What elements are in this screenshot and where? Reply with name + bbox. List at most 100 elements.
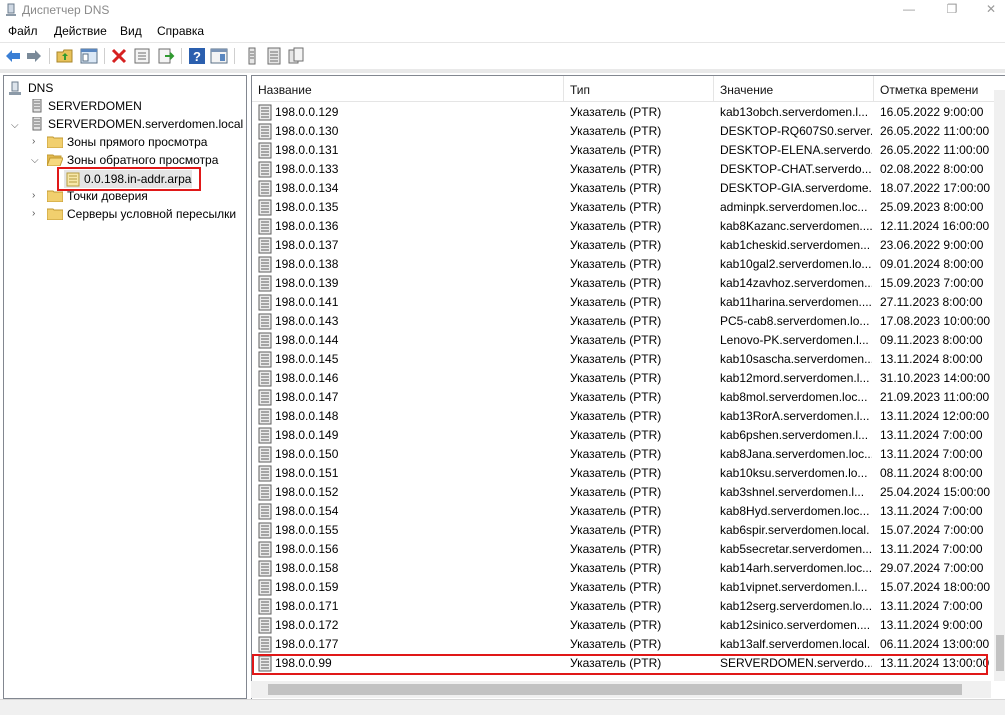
table-row[interactable]: 198.0.0.151 Указатель (PTR) kab10ksu.serve… xyxy=(252,464,990,483)
table-row[interactable]: 198.0.0.130 Указатель (PTR) DESKTOP-RQ607S… xyxy=(252,122,990,141)
scroll-thumb[interactable] xyxy=(268,684,962,695)
chevron-down-icon[interactable]: ⌵ xyxy=(11,121,21,131)
record-name: 198.0.0.159 xyxy=(275,580,339,594)
menu-action[interactable]: Действие xyxy=(54,24,107,38)
delete-icon[interactable] xyxy=(110,47,128,65)
chevron-right-icon[interactable]: › xyxy=(32,209,42,219)
table-row[interactable]: 198.0.0.150 Указатель (PTR) kab8Jana.serve… xyxy=(252,445,990,464)
list-header: Название Тип Значение Отметка времени xyxy=(252,76,1005,102)
menu-bar: Файл Действие Вид Справка xyxy=(0,21,1005,42)
table-row[interactable]: 198.0.0.148 Указатель (PTR) kab13RorA.serv… xyxy=(252,407,990,426)
menu-help[interactable]: Справка xyxy=(157,24,204,38)
record-value: kab11harina.serverdomen.... xyxy=(720,295,872,309)
back-icon[interactable] xyxy=(4,47,22,65)
dns-app-icon xyxy=(6,3,16,16)
help-icon[interactable]: ? xyxy=(188,47,206,65)
record-name: 198.0.0.136 xyxy=(275,219,339,233)
table-row[interactable]: 198.0.0.135 Указатель (PTR) adminpk.server… xyxy=(252,198,990,217)
record-list-icon[interactable] xyxy=(265,47,283,65)
table-row[interactable]: 198.0.0.137 Указатель (PTR) kab1cheskid.se… xyxy=(252,236,990,255)
table-row[interactable]: 198.0.0.152 Указатель (PTR) kab3shnel.serv… xyxy=(252,483,990,502)
table-row[interactable]: 198.0.0.146 Указатель (PTR) kab12mord.serv… xyxy=(252,369,990,388)
table-row[interactable]: 198.0.0.156 Указатель (PTR) kab5secretar.s… xyxy=(252,540,990,559)
record-name: 198.0.0.143 xyxy=(275,314,339,328)
column-header-name[interactable]: Название xyxy=(252,76,564,102)
record-icon[interactable] xyxy=(243,47,261,65)
table-row[interactable]: 198.0.0.133 Указатель (PTR) DESKTOP-CHAT.s… xyxy=(252,160,990,179)
table-row[interactable]: 198.0.0.147 Указатель (PTR) kab8mol.server… xyxy=(252,388,990,407)
table-row[interactable]: 198.0.0.172 Указатель (PTR) kab12sinico.se… xyxy=(252,616,990,635)
menu-view[interactable]: Вид xyxy=(120,24,142,38)
horizontal-scrollbar[interactable] xyxy=(251,681,991,698)
column-header-type[interactable]: Тип xyxy=(564,76,714,102)
svg-text:?: ? xyxy=(193,49,201,64)
close-button[interactable]: ✕ xyxy=(977,2,1005,18)
table-row[interactable]: 198.0.0.158 Указатель (PTR) kab14arh.serve… xyxy=(252,559,990,578)
ptr-record-icon xyxy=(258,294,272,311)
ptr-record-icon xyxy=(258,275,272,292)
table-row[interactable]: 198.0.0.129 Указатель (PTR) kab13obch.serv… xyxy=(252,103,990,122)
restore-button[interactable]: ❐ xyxy=(938,2,966,18)
table-row[interactable]: 198.0.0.159 Указатель (PTR) kab1vipnet.ser… xyxy=(252,578,990,597)
ptr-record-icon xyxy=(258,256,272,273)
ptr-record-icon xyxy=(258,598,272,615)
record-copy-icon[interactable] xyxy=(287,47,305,65)
export-icon[interactable] xyxy=(157,47,175,65)
chevron-right-icon[interactable]: › xyxy=(32,137,42,147)
table-row[interactable]: 198.0.0.131 Указатель (PTR) DESKTOP-ELENA.… xyxy=(252,141,990,160)
record-value: kab13obch.serverdomen.l... xyxy=(720,105,869,119)
record-value: PC5-cab8.serverdomen.lo... xyxy=(720,314,870,328)
table-row[interactable]: 198.0.0.171 Указатель (PTR) kab12serg.serv… xyxy=(252,597,990,616)
chevron-down-icon[interactable]: ⌵ xyxy=(31,156,41,166)
vertical-scrollbar[interactable] xyxy=(994,90,1005,681)
show-hide-tree-icon[interactable] xyxy=(80,47,98,65)
forward-icon[interactable] xyxy=(25,47,43,65)
record-timestamp: 26.05.2022 11:00:00 xyxy=(880,124,990,138)
record-value: kab10gal2.serverdomen.lo... xyxy=(720,257,872,271)
table-row[interactable]: 198.0.0.154 Указатель (PTR) kab8Hyd.server… xyxy=(252,502,990,521)
table-row[interactable]: 198.0.0.141 Указатель (PTR) kab11harina.se… xyxy=(252,293,990,312)
table-row[interactable]: 198.0.0.143 Указатель (PTR) PC5-cab8.serve… xyxy=(252,312,990,331)
record-name: 198.0.0.147 xyxy=(275,390,339,404)
ptr-record-icon xyxy=(258,579,272,596)
table-row[interactable]: 198.0.0.144 Указатель (PTR) Lenovo-PK.serv… xyxy=(252,331,990,350)
record-type: Указатель (PTR) xyxy=(570,523,662,537)
ptr-record-icon xyxy=(258,351,272,368)
record-timestamp: 09.01.2024 8:00:00 xyxy=(880,257,984,271)
ptr-record-icon xyxy=(258,142,272,159)
record-timestamp: 13.11.2024 7:00:00 xyxy=(880,447,983,461)
up-folder-icon[interactable] xyxy=(56,47,74,65)
column-header-timestamp[interactable]: Отметка времени xyxy=(874,76,1005,102)
menu-file[interactable]: Файл xyxy=(8,24,38,38)
ptr-record-icon xyxy=(258,199,272,216)
column-header-value[interactable]: Значение xyxy=(714,76,874,102)
record-value: Lenovo-PK.serverdomen.l... xyxy=(720,333,869,347)
ptr-record-icon xyxy=(258,123,272,140)
record-type: Указатель (PTR) xyxy=(570,124,662,138)
table-row[interactable]: 198.0.0.177 Указатель (PTR) kab13alf.serve… xyxy=(252,635,990,654)
minimize-button[interactable]: — xyxy=(895,2,923,18)
console-icon[interactable] xyxy=(210,47,228,65)
ptr-record-icon xyxy=(258,503,272,520)
chevron-right-icon[interactable]: › xyxy=(32,191,42,201)
records-list: Название Тип Значение Отметка времени 19… xyxy=(251,75,1005,699)
table-row[interactable]: 198.0.0.155 Указатель (PTR) kab6spir.serve… xyxy=(252,521,990,540)
tree-label: SERVERDOMEN.serverdomen.local xyxy=(48,117,244,131)
record-name: 198.0.0.158 xyxy=(275,561,339,575)
record-value: kab6spir.serverdomen.local. xyxy=(720,523,870,537)
console-tree: DNS SERVERDOMEN ⌵ SERVERDOMEN.serverdome… xyxy=(3,75,247,699)
record-timestamp: 06.11.2024 13:00:00 xyxy=(880,637,990,651)
record-value: kab14arh.serverdomen.loc... xyxy=(720,561,872,575)
table-row[interactable]: 198.0.0.136 Указатель (PTR) kab8Kazanc.ser… xyxy=(252,217,990,236)
table-row[interactable]: 198.0.0.134 Указатель (PTR) DESKTOP-GIA.se… xyxy=(252,179,990,198)
ptr-record-icon xyxy=(258,465,272,482)
record-type: Указатель (PTR) xyxy=(570,219,662,233)
table-row[interactable]: 198.0.0.145 Указатель (PTR) kab10sascha.se… xyxy=(252,350,990,369)
table-row[interactable]: 198.0.0.139 Указатель (PTR) kab14zavhoz.se… xyxy=(252,274,990,293)
table-row[interactable]: 198.0.0.149 Указатель (PTR) kab6pshen.serv… xyxy=(252,426,990,445)
ptr-record-icon xyxy=(258,408,272,425)
table-row[interactable]: 198.0.0.138 Указатель (PTR) kab10gal2.serv… xyxy=(252,255,990,274)
ptr-record-icon xyxy=(258,161,272,178)
scroll-thumb[interactable] xyxy=(996,635,1004,671)
properties-icon[interactable] xyxy=(133,47,151,65)
